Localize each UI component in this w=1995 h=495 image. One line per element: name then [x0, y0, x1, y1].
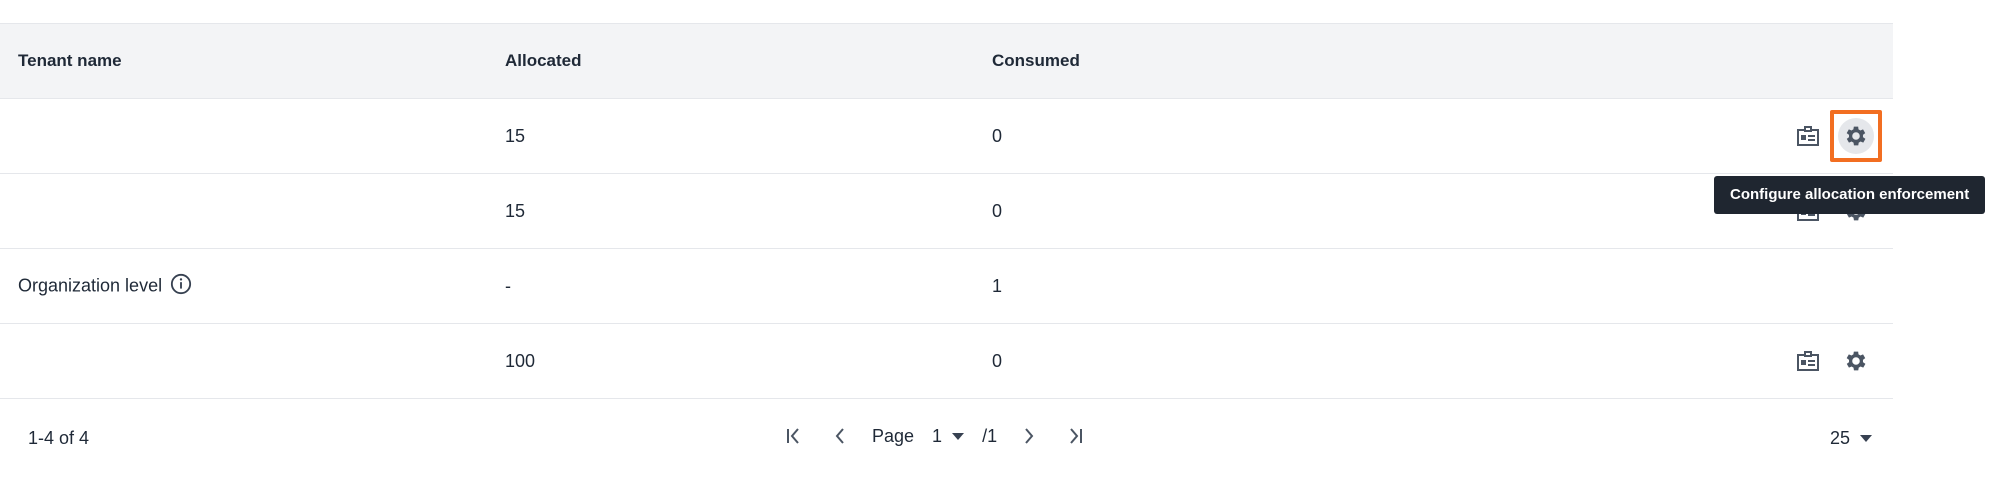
chevron-down-icon	[1860, 435, 1873, 442]
allocated-cell: 100	[505, 351, 536, 371]
page-select[interactable]: 1	[932, 425, 965, 447]
page-total: /1	[982, 425, 998, 446]
header-tenant-name[interactable]: Tenant name	[18, 50, 122, 72]
id-card-icon[interactable]	[1790, 118, 1826, 154]
info-icon[interactable]	[170, 273, 192, 300]
tenant-name-label: Organization level	[18, 274, 163, 295]
id-card-icon[interactable]	[1790, 343, 1826, 379]
allocated-cell: 15	[505, 201, 526, 221]
row-actions	[1790, 324, 1874, 398]
header-allocated[interactable]: Allocated	[505, 50, 582, 72]
page-size-select[interactable]: 25	[1830, 428, 1873, 449]
chevron-down-icon	[952, 432, 965, 440]
allocated-cell: -	[505, 276, 511, 296]
consumed-cell: 0	[992, 126, 1003, 146]
table-row: Organization level - 1	[0, 249, 1893, 324]
table-header: Tenant name Allocated Consumed	[0, 24, 1893, 99]
gear-icon[interactable]	[1838, 343, 1874, 379]
configure-allocation-button[interactable]	[1830, 110, 1882, 162]
pager: Page 1 /1	[780, 422, 1089, 450]
page-label: Page	[872, 425, 915, 446]
table-row: 100 0	[0, 324, 1893, 399]
table-row: 15 0	[0, 174, 1893, 249]
header-consumed[interactable]: Consumed	[992, 50, 1080, 72]
pagination-footer: 1-4 of 4 Page 1 /1 25	[0, 398, 1893, 478]
prev-page-icon[interactable]	[826, 422, 854, 450]
tooltip: Configure allocation enforcement	[1714, 176, 1986, 214]
first-page-icon[interactable]	[780, 422, 808, 450]
tenant-table: Tenant name Allocated Consumed 15 0 15 0	[0, 23, 1893, 399]
results-range: 1-4 of 4	[28, 428, 90, 448]
last-page-icon[interactable]	[1061, 422, 1089, 450]
page-value: 1	[932, 425, 943, 446]
allocated-cell: 15	[505, 126, 526, 146]
tenant-name-cell: Organization level	[18, 273, 192, 300]
table-row: 15 0	[0, 99, 1893, 174]
highlight-box	[1830, 110, 1882, 162]
consumed-cell: 1	[992, 276, 1003, 296]
page-size-value: 25	[1830, 428, 1851, 448]
consumed-cell: 0	[992, 351, 1003, 371]
next-page-icon[interactable]	[1015, 422, 1043, 450]
consumed-cell: 0	[992, 201, 1003, 221]
row-actions	[1790, 99, 1882, 173]
